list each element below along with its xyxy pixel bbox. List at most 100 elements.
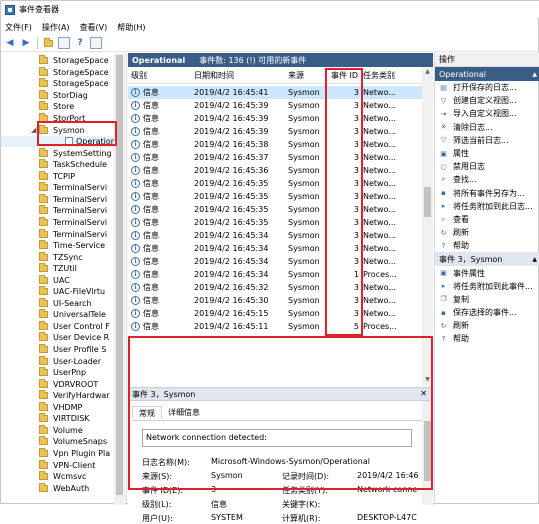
collapse-icon[interactable]: ▲	[532, 71, 537, 78]
tree-item[interactable]: VHDMP	[1, 401, 114, 414]
tree-item[interactable]: UAC-FileVirtu	[1, 286, 114, 298]
action-item[interactable]: ❐ 复制	[435, 293, 539, 306]
action-item[interactable]: ▽ 创建自定义视图...	[435, 94, 539, 107]
action-item[interactable]: ⌕ 查找...	[435, 173, 539, 186]
detail-scrollbar[interactable]	[422, 401, 433, 505]
tree-item[interactable]: StorDiag	[1, 89, 114, 102]
close-icon[interactable]: ✕	[420, 389, 427, 398]
tree-item[interactable]: Operation	[1, 135, 114, 148]
tree-scrollbar[interactable]	[114, 53, 125, 505]
events-scroll-thumb[interactable]	[424, 187, 431, 217]
tree-item[interactable]: VIRTDISK	[1, 413, 114, 425]
folder-up-icon[interactable]	[42, 37, 54, 49]
action-item[interactable]: ○ 禁用日志	[435, 160, 539, 173]
back-icon[interactable]: ◀	[4, 37, 16, 49]
tree-item[interactable]: UI-Search	[1, 297, 114, 310]
event-row[interactable]: i 信息 2019/4/2 16:45:35 Sysmon 3 Netwo...	[128, 203, 422, 216]
tree-item[interactable]: TerminalServi	[1, 216, 114, 229]
tree-item[interactable]: User Control F	[1, 320, 114, 333]
menu-help[interactable]: 帮助(H)	[117, 22, 145, 33]
action-item[interactable]: ↻ 刷新	[435, 226, 539, 239]
tree-item[interactable]: ◢ Sysmon	[1, 124, 114, 136]
action-item[interactable]: ↻ 刷新	[435, 319, 539, 332]
tree-item[interactable]: StorageSpace	[1, 55, 114, 67]
action-item[interactable]: ▪ 将所有事件另存为...	[435, 187, 539, 200]
event-row[interactable]: i 信息 2019/4/2 16:45:36 Sysmon 3 Netwo...	[128, 164, 422, 177]
event-row[interactable]: i 信息 2019/4/2 16:45:15 Sysmon 3 Netwo...	[128, 307, 422, 320]
tree-item[interactable]: TCPIP	[1, 170, 114, 183]
event-row[interactable]: i 信息 2019/4/2 16:45:41 Sysmon 3 Netwo...	[128, 86, 422, 99]
action-item[interactable]: ▸ 将任务附加到此事件...	[435, 280, 539, 293]
tree-item[interactable]: User Device R	[1, 332, 114, 344]
menu-view[interactable]: 查看(V)	[80, 22, 108, 33]
tree-item[interactable]: Vpn Plugin Pla	[1, 447, 114, 460]
tree-item[interactable]: VolumeSnaps	[1, 436, 114, 448]
tree-item[interactable]: UniversalTele	[1, 309, 114, 321]
show-hide-tree-icon[interactable]	[58, 37, 70, 49]
event-row[interactable]: i 信息 2019/4/2 16:45:39 Sysmon 3 Netwo...	[128, 99, 422, 112]
action-item[interactable]: ⇥ 导入自定义视图...	[435, 107, 539, 120]
expanded-icon[interactable]: ◢	[31, 126, 39, 134]
actions-section-event[interactable]: 事件 3，Sysmon ▲	[435, 252, 539, 267]
event-message[interactable]: Network connection detected:	[142, 429, 412, 447]
event-row[interactable]: i 信息 2019/4/2 16:45:35 Sysmon 3 Netwo...	[128, 177, 422, 190]
event-row[interactable]: i 信息 2019/4/2 16:45:34 Sysmon 1 Proces...	[128, 268, 422, 281]
tab-details[interactable]: 详细信息	[162, 406, 206, 419]
tree-item[interactable]: WebAuth	[1, 482, 114, 494]
tree-item[interactable]: Store	[1, 101, 114, 113]
action-item[interactable]: ▣ 事件属性	[435, 266, 539, 279]
tree-item[interactable]: VDRVROOT	[1, 378, 114, 390]
collapse-icon[interactable]: ▲	[532, 256, 537, 263]
column-event-id[interactable]: 事件 ID	[331, 67, 361, 84]
tree-item[interactable]: TerminalServi	[1, 228, 114, 240]
action-item[interactable]: ✕ 清除日志...	[435, 121, 539, 134]
tree-item[interactable]: TaskSchedule	[1, 159, 114, 171]
tree-item[interactable]: StorageSpace	[1, 78, 114, 90]
tree-item[interactable]: TerminalServi	[1, 205, 114, 217]
tree-item[interactable]: UAC	[1, 274, 114, 286]
column-source[interactable]: 来源	[288, 67, 328, 84]
tree-item[interactable]: UserPnp	[1, 367, 114, 379]
tree-item[interactable]: TZUtil	[1, 263, 114, 275]
action-item[interactable]: ▸ 将任务附加到此日志...	[435, 200, 539, 213]
tree-item[interactable]: VerifyHardwar	[1, 390, 114, 402]
detail-scroll-thumb[interactable]	[424, 421, 431, 481]
action-item[interactable]: ? 帮助	[435, 239, 539, 252]
tree-item[interactable]: Time-Service	[1, 240, 114, 252]
menu-action[interactable]: 操作(A)	[42, 22, 70, 33]
tree-item[interactable]: TerminalServi	[1, 193, 114, 206]
tree-item[interactable]: TerminalServi	[1, 182, 114, 194]
action-item[interactable]: ▤ 打开保存的日志...	[435, 81, 539, 94]
scroll-down-icon[interactable]: ▼	[422, 375, 433, 385]
event-row[interactable]: i 信息 2019/4/2 16:45:37 Sysmon 3 Netwo...	[128, 151, 422, 164]
column-datetime[interactable]: 日期和时间	[194, 67, 284, 84]
action-item[interactable]: ▪ 保存选择的事件...	[435, 306, 539, 319]
tree-item[interactable]: VPN-Client	[1, 459, 114, 471]
event-row[interactable]: i 信息 2019/4/2 16:45:39 Sysmon 3 Netwo...	[128, 112, 422, 125]
column-task-category[interactable]: 任务类别	[363, 67, 421, 84]
tree-item[interactable]: StorageSpace	[1, 66, 114, 79]
tree-item[interactable]: SystemSetting	[1, 147, 114, 159]
tree-item[interactable]: TZSync	[1, 251, 114, 263]
help-icon[interactable]: ?	[74, 37, 86, 49]
event-row[interactable]: i 信息 2019/4/2 16:45:35 Sysmon 3 Netwo...	[128, 190, 422, 203]
events-scrollbar[interactable]: ▲ ▼	[422, 67, 433, 385]
event-row[interactable]: i 信息 2019/4/2 16:45:34 Sysmon 3 Netwo...	[128, 242, 422, 255]
menu-file[interactable]: 文件(F)	[5, 22, 32, 33]
event-row[interactable]: i 信息 2019/4/2 16:45:38 Sysmon 3 Netwo...	[128, 138, 422, 151]
tree-item[interactable]: Wcmsvc	[1, 471, 114, 483]
event-row[interactable]: i 信息 2019/4/2 16:45:32 Sysmon 3 Netwo...	[128, 281, 422, 294]
event-row[interactable]: i 信息 2019/4/2 16:45:30 Sysmon 3 Netwo...	[128, 294, 422, 307]
tree-item[interactable]: User Profile S	[1, 344, 114, 356]
tree-scroll-thumb[interactable]	[116, 55, 123, 495]
event-row[interactable]: i 信息 2019/4/2 16:45:34 Sysmon 3 Netwo...	[128, 255, 422, 268]
actions-section-log[interactable]: Operational ▲	[435, 67, 539, 81]
column-level[interactable]: 级别	[131, 67, 189, 84]
action-item[interactable]: ▹ 查看	[435, 213, 539, 226]
event-row[interactable]: i 信息 2019/4/2 16:45:34 Sysmon 3 Netwo...	[128, 229, 422, 242]
forward-icon[interactable]: ▶	[20, 37, 32, 49]
event-row[interactable]: i 信息 2019/4/2 16:45:35 Sysmon 3 Netwo...	[128, 216, 422, 229]
event-row[interactable]: i 信息 2019/4/2 16:45:11 Sysmon 5 Proces...	[128, 320, 422, 333]
action-item[interactable]: ▽ 筛选当前日志...	[435, 134, 539, 147]
action-item[interactable]: ? 帮助	[435, 332, 539, 345]
